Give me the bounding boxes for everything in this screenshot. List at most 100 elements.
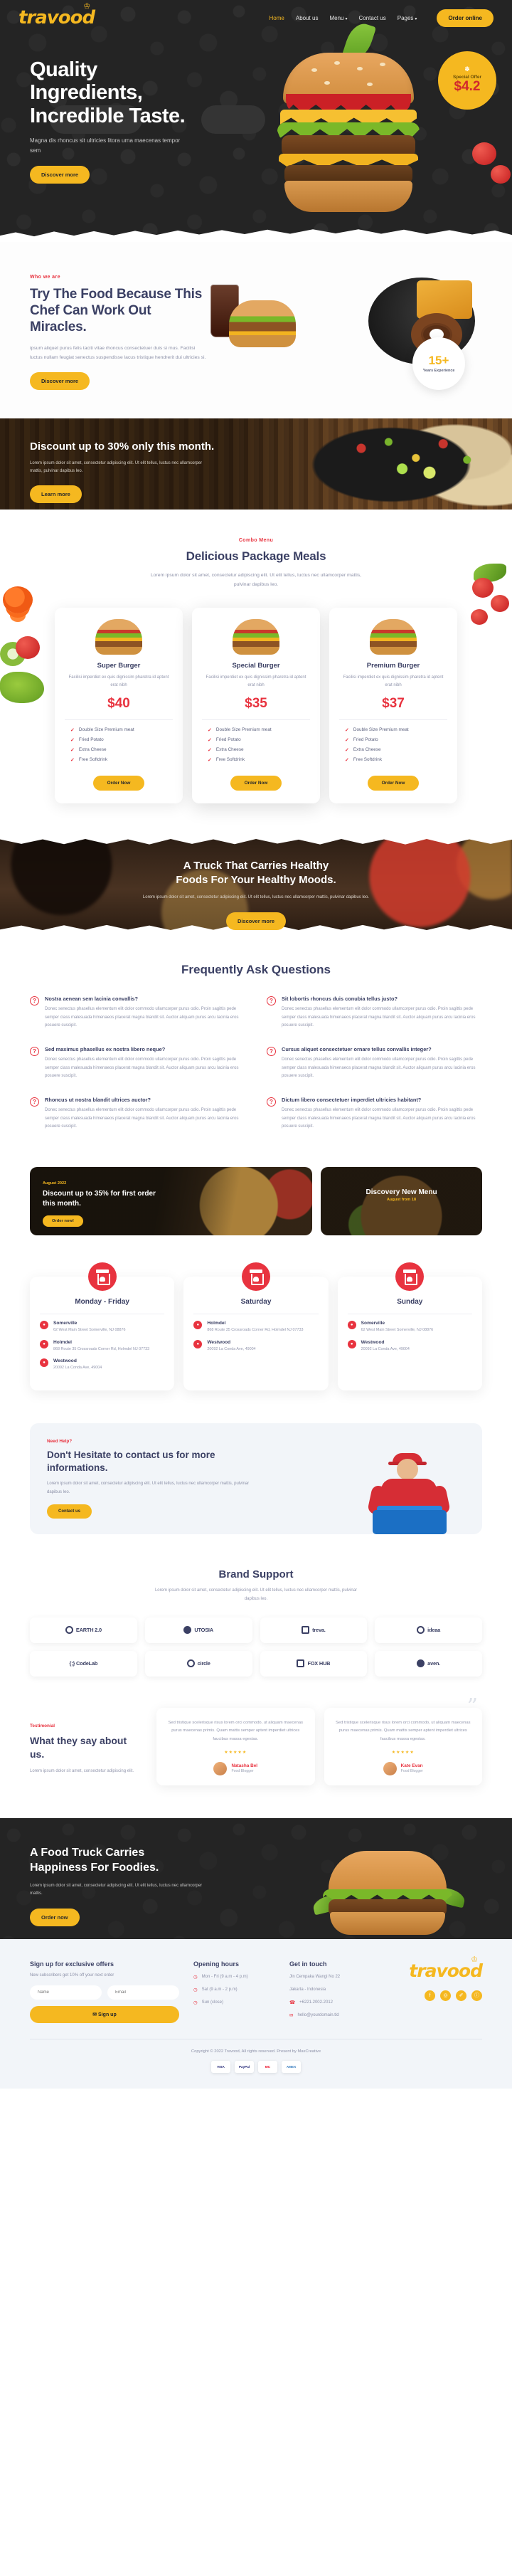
contact-email[interactable]: ✉ hello@yourdomain.tld: [289, 2012, 389, 2019]
schedule-day: Sunday: [397, 1298, 423, 1307]
chevron-down-icon: ▾: [345, 16, 348, 21]
promo-tile-discount[interactable]: August 2022 Discount up to 35% for first…: [30, 1167, 313, 1236]
faq-item[interactable]: ? Sit lobortis rhoncus duis conubia tell…: [267, 996, 482, 1030]
contact-us-button[interactable]: Contact us: [47, 1504, 92, 1519]
schedule-location: ● Holmdel 868 Route 35 Crossroads Corner…: [40, 1339, 164, 1353]
package-feature: ✓ Fried Potato: [70, 737, 104, 743]
testimonial-text: Sed tristique scelerisque risus lorem or…: [168, 1720, 303, 1741]
avatar: [213, 1761, 228, 1775]
hours-item: ◷ Mon - Fri (9 a.m - 4 p.m): [193, 1974, 248, 1980]
clock-icon: ◷: [193, 1974, 198, 1980]
check-icon: ✓: [345, 747, 349, 753]
discount-learn-more-button[interactable]: Learn more: [30, 485, 82, 503]
payment-methods: VISA PayPal MC AMEX: [30, 2060, 482, 2089]
instagram-icon[interactable]: ◎: [440, 1990, 451, 2001]
order-now-button[interactable]: Order Now: [367, 775, 420, 791]
page-root: travood ♔ Home About us Menu ▾ Contact us…: [0, 0, 512, 2089]
email-input[interactable]: [107, 1985, 179, 2000]
food-stall-icon: [395, 1262, 425, 1292]
discount-body: Lorem ipsum dolor sit amet, consectetur …: [30, 460, 203, 473]
order-now-button[interactable]: Order Now: [92, 775, 145, 791]
faq-item[interactable]: ? Cursus aliquet consectetuer ornare tel…: [267, 1046, 482, 1081]
nav-item-pages[interactable]: Pages ▾: [398, 15, 417, 21]
location-city: Somerville: [53, 1321, 78, 1326]
package-feature: ✓ Double Size Premium meat: [345, 727, 409, 733]
check-icon: ✓: [70, 737, 75, 743]
who-we-are-image: 15+ Years Experience: [208, 275, 482, 390]
check-icon: ✓: [345, 737, 349, 743]
burger-icon: [95, 619, 142, 655]
location-pin-icon: ●: [347, 1321, 356, 1330]
signup-button[interactable]: ✉ Sign up: [30, 2005, 179, 2023]
brand-logo-earth[interactable]: EARTH 2.0: [30, 1617, 137, 1643]
package-cards: Super Burger Facilisi imperdiet ex quis …: [0, 608, 512, 803]
faq-item[interactable]: ? Rhoncus ut nostra blandit ultrices auc…: [30, 1097, 245, 1131]
question-mark-icon: ?: [267, 1097, 276, 1107]
order-now-button[interactable]: Order Now: [230, 775, 282, 791]
location-pin-icon: ●: [193, 1339, 203, 1348]
brand-logo-ideaa[interactable]: ideaa: [375, 1617, 482, 1643]
order-online-button[interactable]: Order online: [437, 9, 494, 27]
mastercard-icon: MC: [258, 2060, 277, 2073]
location-city: Westwood: [53, 1358, 77, 1364]
contact-address-2: Jakarta - Indonesia: [289, 1987, 326, 1992]
brand-logo[interactable]: travood ♔: [18, 1, 95, 28]
signup-subtitle: New subscribers get 10% off your next or…: [30, 1973, 114, 1978]
quote-icon: ”: [466, 1694, 478, 1719]
schedule-card-weekdays: Monday - Friday ● Somerville 62 West Mai…: [30, 1262, 175, 1390]
package-card[interactable]: Premium Burger Facilisi imperdiet ex qui…: [329, 608, 457, 803]
final-order-now-button[interactable]: Order now: [30, 1908, 80, 1926]
brand-logo-aven[interactable]: aven.: [375, 1650, 482, 1677]
faq-question: Nostra aenean sem lacinia convallis?: [45, 995, 139, 1002]
contact-phone[interactable]: ☎ +6221.2002.2012: [289, 2000, 389, 2006]
hero-section: travood ♔ Home About us Menu ▾ Contact us…: [0, 0, 512, 242]
discount-banner: Discount up to 30% only this month. Lore…: [0, 418, 512, 510]
who-we-are-text: Who we are Try The Food Because This Che…: [30, 275, 208, 391]
author-role: Food Blogger: [231, 1769, 254, 1774]
nav-item-about-us[interactable]: About us: [296, 15, 319, 21]
question-mark-icon: ?: [30, 1097, 39, 1107]
location-pin-icon: ●: [40, 1339, 48, 1348]
nav-item-contact-us[interactable]: Contact us: [358, 15, 385, 21]
truck-discover-more-button[interactable]: Discover more: [225, 912, 287, 930]
amex-icon: AMEX: [282, 2060, 301, 2073]
faq-item[interactable]: ? Sed maximus phasellus ex nostra libero…: [30, 1046, 245, 1081]
schedule-location: ● Somerville 62 West Main Street Somervi…: [40, 1321, 164, 1334]
hero-discover-more-button[interactable]: Discover more: [30, 165, 90, 184]
delivery-person-illustration: [357, 1450, 464, 1535]
who-discover-more-button[interactable]: Discover more: [30, 372, 90, 391]
brand-logo-utosia[interactable]: UTOSIA: [144, 1617, 252, 1643]
burger-icon: [233, 619, 279, 655]
faq-item[interactable]: ? Nostra aenean sem lacinia convallis? D…: [30, 996, 245, 1030]
brand-logo-treva[interactable]: treva.: [260, 1617, 368, 1643]
package-eyebrow: Combo Menu: [238, 538, 274, 544]
brand-support-section: Brand Support Lorem ipsum dolor sit amet…: [0, 1564, 512, 1708]
signup-inputs: [30, 1985, 179, 2000]
dribbble-icon[interactable]: ⓘ: [471, 1990, 482, 2001]
facebook-icon[interactable]: f: [425, 1990, 435, 2001]
faq-item[interactable]: ? Dictum libero consectetuer imperdiet u…: [267, 1097, 482, 1131]
brand-logo-codelab[interactable]: {;} CodeLab: [30, 1650, 137, 1677]
promo-order-now-button[interactable]: Order now!: [43, 1215, 83, 1228]
faq-answer: Donec senectus phasellus elementum elit …: [282, 1057, 476, 1079]
clock-icon: ◷: [193, 1987, 198, 1992]
nav-item-home[interactable]: Home: [270, 15, 284, 21]
truck-banner: A Truck That Carries Healthy Foods For Y…: [0, 834, 512, 934]
fries-icon: [417, 280, 472, 319]
check-icon: ✓: [208, 737, 212, 743]
location-address: 20092 La Conda Ave, 49004: [53, 1366, 102, 1371]
package-card[interactable]: Super Burger Facilisi imperdiet ex quis …: [55, 608, 183, 803]
brand-logo-circle[interactable]: circle: [144, 1650, 252, 1677]
brand-logo-foxhub[interactable]: FOX HUB: [260, 1650, 368, 1677]
footer-logo[interactable]: travood ♔: [409, 1955, 483, 1981]
promo-tile-new-menu[interactable]: Discovery New Menu August from 18: [321, 1167, 482, 1236]
hero-subtitle: Magna dis rhoncus sit ultricies litora u…: [30, 137, 181, 154]
name-input[interactable]: [30, 1985, 102, 2000]
nav-item-menu[interactable]: Menu ▾: [329, 15, 347, 21]
truck-body: Lorem ipsum dolor sit amet, consectetur …: [142, 895, 370, 900]
testimonial-card: Sed tristique scelerisque risus lorem or…: [156, 1707, 315, 1785]
food-stall-icon: [87, 1262, 117, 1292]
package-card[interactable]: Special Burger Facilisi imperdiet ex qui…: [192, 608, 320, 803]
schedule-location: ● Westwood 20092 La Conda Ave, 49004: [40, 1358, 164, 1371]
twitter-icon[interactable]: ✐: [456, 1990, 466, 2001]
